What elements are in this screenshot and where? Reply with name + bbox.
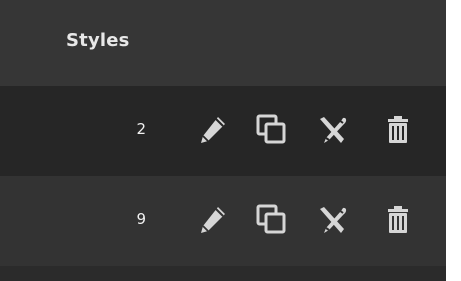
table-row: 2 (0, 86, 446, 176)
duplicate-icon[interactable] (252, 200, 292, 240)
edit-icon[interactable] (192, 200, 232, 240)
trash-icon[interactable] (378, 200, 418, 240)
styles-title: Styles (66, 30, 130, 51)
bottom-edge (0, 266, 446, 281)
duplicate-icon[interactable] (252, 110, 292, 150)
trash-icon[interactable] (378, 110, 418, 150)
style-brush-icon[interactable] (312, 200, 352, 240)
styles-panel: Styles 2 9 (0, 0, 446, 281)
edit-icon[interactable] (192, 110, 232, 150)
style-count: 2 (136, 120, 146, 138)
table-row: 9 (0, 176, 446, 266)
right-edge (446, 0, 461, 281)
style-brush-icon[interactable] (312, 110, 352, 150)
styles-header: Styles (0, 0, 446, 86)
style-count: 9 (136, 210, 146, 228)
